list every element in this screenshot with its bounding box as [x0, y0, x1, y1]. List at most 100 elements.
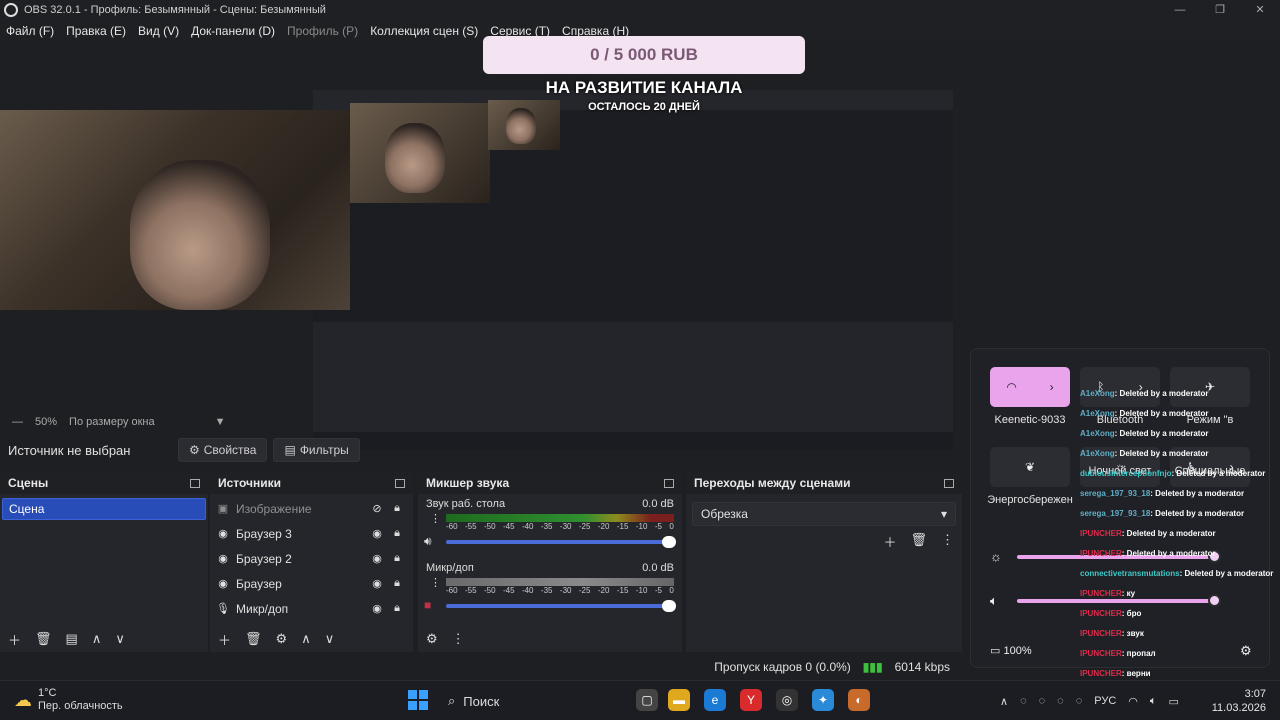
edge-icon[interactable]: e: [704, 689, 726, 711]
clock[interactable]: 3:07 11.03.2026: [1212, 687, 1266, 715]
energy-saver-toggle[interactable]: ❦: [990, 447, 1070, 487]
undock-icon[interactable]: [664, 478, 674, 488]
eye-icon[interactable]: ◉: [367, 577, 387, 590]
chat-message: IPUNCHER: пропал: [1080, 644, 1280, 664]
chevron-up-icon[interactable]: ∧: [1000, 695, 1008, 708]
yandex-browser-icon[interactable]: Y: [740, 689, 762, 711]
tray-app-icon[interactable]: ◌: [1020, 695, 1027, 707]
source-item-browser[interactable]: ◉ Браузер ◉ 🔒︎: [210, 571, 413, 596]
language-indicator[interactable]: РУС: [1094, 695, 1116, 707]
eye-icon[interactable]: ◉: [367, 527, 387, 540]
minimize-button[interactable]: —: [1160, 0, 1200, 20]
mic-icon: 🎙︎: [216, 603, 230, 615]
zoom-minus[interactable]: —: [12, 416, 23, 428]
volume-slider[interactable]: [446, 536, 676, 548]
menu-scene-collection[interactable]: Коллекция сцен (S): [364, 24, 484, 38]
task-view-icon[interactable]: ▢: [636, 689, 658, 711]
menu-edit[interactable]: Правка (E): [60, 24, 132, 38]
taskbar: ☁ 1°C Пер. облачность ⌕ Поиск ▢ ▬ e Y ◎ …: [0, 680, 1280, 720]
source-item-browser-3[interactable]: ◉ Браузер 3 ◉ 🔒︎: [210, 521, 413, 546]
volume-slider-knob[interactable]: [662, 536, 676, 548]
speaker-icon[interactable]: 🔈︎: [1150, 695, 1157, 708]
speaker-icon[interactable]: 🔊︎: [424, 534, 432, 549]
chat-username: IPUNCHER: [1080, 549, 1122, 558]
app-icon[interactable]: ✦: [812, 689, 834, 711]
obs-icon[interactable]: ◎: [776, 689, 798, 711]
eye-hidden-icon[interactable]: ⊘: [367, 502, 387, 515]
weather-widget[interactable]: ☁ 1°C Пер. облачность: [14, 687, 123, 713]
volume-slider-knob[interactable]: [662, 600, 676, 612]
more-icon[interactable]: ⋮: [430, 576, 441, 589]
battery-icon[interactable]: ▭: [1169, 695, 1179, 708]
more-icon[interactable]: ⋮: [452, 631, 465, 647]
chevron-down-icon[interactable]: ∨: [115, 631, 125, 647]
filters-button[interactable]: ▤ Фильтры: [273, 438, 360, 462]
wifi-icon[interactable]: ◠: [1128, 695, 1138, 708]
filter-icon[interactable]: ▤: [66, 631, 78, 647]
gear-icon[interactable]: ⚙: [276, 631, 288, 647]
battery-indicator[interactable]: ▭ 100%: [990, 644, 1032, 657]
tray-app-icon[interactable]: ◌: [1039, 695, 1046, 707]
trash-icon[interactable]: 🗑: [245, 631, 262, 647]
lock-icon[interactable]: 🔒︎: [387, 602, 407, 615]
add-icon[interactable]: ＋: [8, 630, 21, 649]
windows-start-icon[interactable]: [408, 690, 428, 710]
lock-icon[interactable]: 🔒︎: [387, 577, 407, 590]
chat-message: IPUNCHER: звук: [1080, 624, 1280, 644]
undock-icon[interactable]: [395, 478, 405, 488]
eye-icon[interactable]: ◉: [367, 552, 387, 565]
gear-icon[interactable]: ⚙: [426, 631, 438, 647]
lock-icon[interactable]: 🔒︎: [387, 502, 407, 515]
menu-docks[interactable]: Док-панели (D): [185, 24, 281, 38]
chat-text: : Deleted by a moderator: [1179, 569, 1274, 578]
wifi-label: Keenetic-9033: [994, 414, 1066, 426]
menu-view[interactable]: Вид (V): [132, 24, 185, 38]
webcam-feed-medium: [350, 103, 490, 203]
source-label: Изображение: [236, 501, 312, 516]
zoom-mode[interactable]: По размеру окна: [69, 416, 155, 428]
leaf-icon: ❦: [1024, 460, 1036, 474]
lock-icon[interactable]: 🔒︎: [387, 527, 407, 540]
chevron-up-icon[interactable]: ∧: [301, 631, 311, 647]
chevron-down-icon[interactable]: ▼: [215, 416, 226, 428]
trash-icon[interactable]: 🗑: [910, 532, 927, 551]
wifi-toggle[interactable]: ◠ ›: [990, 367, 1070, 407]
tray-app-icon[interactable]: ◌: [1076, 695, 1083, 707]
eye-icon[interactable]: ◉: [367, 602, 387, 615]
trash-icon[interactable]: 🗑: [35, 631, 52, 647]
properties-button[interactable]: ⚙ Свойства: [178, 438, 268, 462]
chevron-down-icon[interactable]: ∨: [325, 631, 335, 647]
scene-item[interactable]: Сцена: [2, 498, 206, 520]
speaker-muted-icon[interactable]: ■: [424, 598, 431, 612]
more-icon[interactable]: ⋮: [430, 512, 441, 525]
source-item-browser-2[interactable]: ◉ Браузер 2 ◉ 🔒︎: [210, 546, 413, 571]
chat-text: : ку: [1121, 589, 1136, 598]
add-icon[interactable]: ＋: [883, 532, 896, 551]
chat-text: : пропал: [1121, 649, 1156, 658]
maximize-button[interactable]: ❐: [1200, 0, 1240, 20]
lock-icon[interactable]: 🔒︎: [387, 552, 407, 565]
search-label: Поиск: [463, 693, 500, 709]
chevron-right-icon[interactable]: ›: [1050, 380, 1054, 394]
more-icon[interactable]: ⋮: [941, 532, 954, 551]
scenes-header: Сцены: [0, 472, 208, 494]
channel-name: Звук раб. стола: [426, 498, 506, 510]
undock-icon[interactable]: [944, 478, 954, 488]
transition-select[interactable]: Обрезка ▾: [692, 502, 956, 526]
source-item-image[interactable]: ▣ Изображение ⊘ 🔒︎: [210, 496, 413, 521]
menu-profile[interactable]: Профиль (P): [281, 24, 364, 38]
tray-app-icon[interactable]: ◌: [1057, 695, 1064, 707]
chat-username: serega_197_93_18: [1080, 489, 1151, 498]
undock-icon[interactable]: [190, 478, 200, 488]
volume-slider[interactable]: [446, 600, 676, 612]
menu-file[interactable]: Файл (F): [0, 24, 60, 38]
chevron-up-icon[interactable]: ∧: [92, 631, 102, 647]
taskbar-search[interactable]: ⌕ Поиск: [440, 686, 620, 716]
add-icon[interactable]: ＋: [218, 630, 231, 649]
firefox-icon[interactable]: ◐: [848, 689, 870, 711]
chat-message: serega_197_93_18: Deleted by a moderator: [1080, 484, 1280, 504]
file-explorer-icon[interactable]: ▬: [668, 689, 690, 711]
close-button[interactable]: ✕: [1240, 0, 1280, 20]
source-item-mic[interactable]: 🎙︎ Микр/доп ◉ 🔒︎: [210, 596, 413, 621]
zoom-value[interactable]: 50%: [35, 416, 57, 428]
